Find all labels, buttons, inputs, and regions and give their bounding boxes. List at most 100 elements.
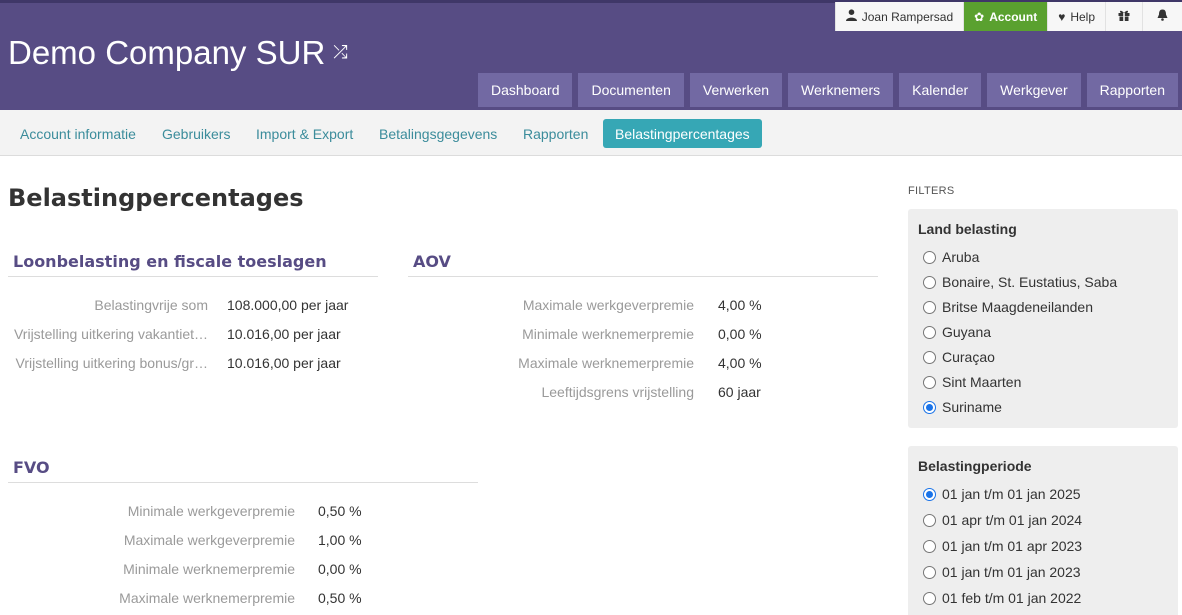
radio-guyana[interactable]: Guyana (923, 324, 991, 340)
nav-verwerken[interactable]: Verwerken (689, 73, 783, 107)
user-menu[interactable]: Joan Rampersad (834, 2, 964, 31)
radio-bonaire[interactable]: Bonaire, St. Eustatius, Saba (923, 274, 1117, 290)
radio-label: 01 feb t/m 01 jan 2022 (942, 590, 1082, 606)
account-label: Account (989, 9, 1038, 24)
loon-value-belastingvrije-som: 108.000,00 per jaar (227, 297, 349, 313)
radio-button[interactable] (923, 325, 936, 339)
subnav-rapporten[interactable]: Rapporten (511, 119, 600, 148)
gear-icon: ✿ (974, 9, 985, 24)
main-nav: Dashboard Documenten Verwerken Werknemer… (477, 73, 1178, 107)
radio-label: 01 jan t/m 01 jan 2025 (942, 486, 1081, 502)
fvo-value-max-werknemer: 0,50 % (318, 590, 362, 606)
notifications-button[interactable] (1142, 2, 1182, 31)
aov-value-leeftijdsgrens: 60 jaar (718, 384, 761, 400)
fvo-label-max-werkgever: Maximale werkgeverpremie (123, 532, 295, 548)
radio-button-checked[interactable] (923, 487, 936, 501)
aov-value-max-werknemer: 4,00 % (718, 355, 762, 371)
filters-title: FILTERS (908, 185, 955, 197)
radio-button[interactable] (923, 300, 936, 314)
filter-land-title: Land belasting (918, 221, 1017, 237)
app-header: Demo Company SUR ⤮ Joan Rampersad ✿ Accou… (0, 0, 1182, 110)
radio-button[interactable] (923, 275, 936, 289)
radio-britse-maagdeneilanden[interactable]: Britse Maagdeneilanden (923, 299, 1093, 315)
heart-icon: ♥ (1058, 9, 1066, 24)
aov-value-min-werknemer: 0,00 % (718, 326, 762, 342)
help-button[interactable]: ♥ Help (1047, 2, 1105, 31)
top-toolbar: Joan Rampersad ✿ Account ♥ Help (834, 2, 1182, 31)
nav-dashboard[interactable]: Dashboard (477, 73, 573, 107)
radio-label: Suriname (942, 399, 1002, 415)
page-title: Belastingpercentages (8, 184, 304, 212)
fvo-label-min-werkgever: Minimale werkgeverpremie (127, 503, 295, 519)
fvo-label-max-werknemer: Maximale werknemerpremie (119, 590, 295, 606)
radio-aruba[interactable]: Aruba (923, 249, 979, 265)
radio-button[interactable] (923, 375, 936, 389)
section-loonbelasting-title: Loonbelasting en fiscale toeslagen (8, 252, 378, 277)
section-fvo-title: FVO (8, 458, 478, 483)
fvo-value-min-werknemer: 0,00 % (318, 561, 362, 577)
user-icon (845, 9, 857, 24)
radio-curacao[interactable]: Curaçao (923, 349, 995, 365)
subnav-import-export[interactable]: Import & Export (244, 119, 365, 148)
filter-periode-title: Belastingperiode (918, 458, 1032, 474)
aov-label-leeftijdsgrens: Leeftijdsgrens vrijstelling (541, 384, 694, 400)
fvo-value-min-werkgever: 0,50 % (318, 503, 362, 519)
fvo-value-max-werkgever: 1,00 % (318, 532, 362, 548)
gift-icon (1118, 9, 1130, 24)
radio-periode-2022[interactable]: 01 feb t/m 01 jan 2022 (923, 590, 1081, 606)
account-button[interactable]: ✿ Account (963, 2, 1048, 31)
subnav-account-informatie[interactable]: Account informatie (8, 119, 148, 148)
radio-suriname[interactable]: Suriname (923, 399, 1002, 415)
radio-label: Guyana (942, 324, 992, 340)
filter-belastingperiode: Belastingperiode 01 jan t/m 01 jan 2025 … (908, 446, 1178, 615)
loon-label-bonus: Vrijstelling uitkering bonus/gr… (15, 355, 208, 371)
help-label: Help (1070, 9, 1095, 24)
loon-label-belastingvrije-som: Belastingvrije som (94, 297, 208, 313)
filter-land-belasting: Land belasting Aruba Bonaire, St. Eustat… (908, 209, 1178, 428)
sub-nav: Account informatie Gebruikers Import & E… (0, 110, 1182, 156)
radio-button-checked[interactable] (923, 400, 936, 414)
subnav-gebruikers[interactable]: Gebruikers (150, 119, 242, 148)
fvo-label-min-werknemer: Minimale werknemerpremie (123, 561, 295, 577)
nav-rapporten[interactable]: Rapporten (1086, 73, 1178, 107)
user-name: Joan Rampersad (861, 9, 954, 24)
radio-label: Britse Maagdeneilanden (942, 299, 1093, 315)
aov-value-max-werkgever: 4,00 % (718, 297, 762, 313)
nav-werkgever[interactable]: Werkgever (987, 73, 1081, 107)
loon-value-bonus: 10.016,00 per jaar (227, 355, 341, 371)
company-name-text: Demo Company SUR (8, 34, 326, 71)
radio-periode-2024[interactable]: 01 apr t/m 01 jan 2024 (923, 512, 1082, 528)
shuffle-icon[interactable]: ⤮ (333, 42, 347, 63)
radio-button[interactable] (923, 565, 936, 579)
radio-label: 01 jan t/m 01 jan 2023 (942, 564, 1081, 580)
aov-label-min-werknemer: Minimale werknemerpremie (522, 326, 694, 342)
radio-label: 01 apr t/m 01 jan 2024 (942, 512, 1083, 528)
radio-button[interactable] (923, 539, 936, 553)
radio-sint-maarten[interactable]: Sint Maarten (923, 374, 1021, 390)
radio-periode-jan-2023[interactable]: 01 jan t/m 01 jan 2023 (923, 564, 1081, 580)
loon-label-vakantie: Vrijstelling uitkering vakantiet… (13, 326, 208, 342)
nav-documenten[interactable]: Documenten (578, 73, 684, 107)
radio-label: Aruba (942, 249, 980, 265)
section-aov-title: AOV (408, 252, 878, 277)
radio-label: Curaçao (942, 349, 995, 365)
subnav-belastingpercentages[interactable]: Belastingpercentages (603, 119, 762, 148)
company-name: Demo Company SUR ⤮ (8, 34, 348, 72)
radio-periode-apr-2023[interactable]: 01 jan t/m 01 apr 2023 (923, 538, 1082, 554)
radio-periode-2025[interactable]: 01 jan t/m 01 jan 2025 (923, 486, 1081, 502)
nav-werknemers[interactable]: Werknemers (788, 73, 894, 107)
radio-button[interactable] (923, 250, 936, 264)
aov-label-max-werknemer: Maximale werknemerpremie (518, 355, 694, 371)
nav-kalender[interactable]: Kalender (899, 73, 982, 107)
gift-button[interactable] (1105, 2, 1142, 31)
loon-value-vakantie: 10.016,00 per jaar (227, 326, 341, 342)
radio-button[interactable] (923, 591, 936, 605)
radio-label: Bonaire, St. Eustatius, Saba (942, 274, 1118, 290)
radio-button[interactable] (923, 350, 936, 364)
radio-label: 01 jan t/m 01 apr 2023 (942, 538, 1083, 554)
radio-label: Sint Maarten (942, 374, 1022, 390)
subnav-betalingsgegevens[interactable]: Betalingsgegevens (367, 119, 509, 148)
aov-label-max-werkgever: Maximale werkgeverpremie (522, 297, 694, 313)
bell-icon (1157, 9, 1168, 24)
radio-button[interactable] (923, 513, 936, 527)
